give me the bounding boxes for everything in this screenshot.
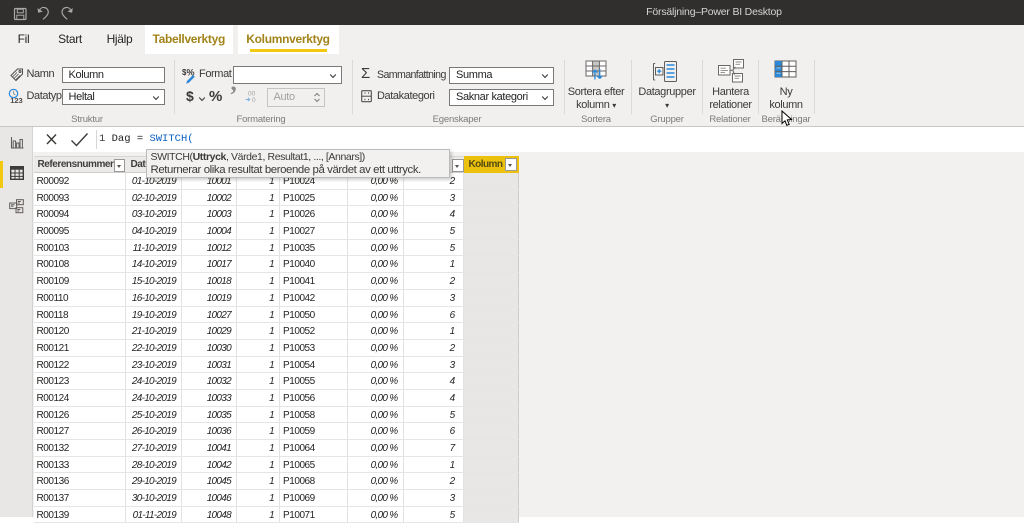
svg-text:123: 123: [10, 96, 23, 104]
svg-text:0: 0: [252, 97, 256, 104]
